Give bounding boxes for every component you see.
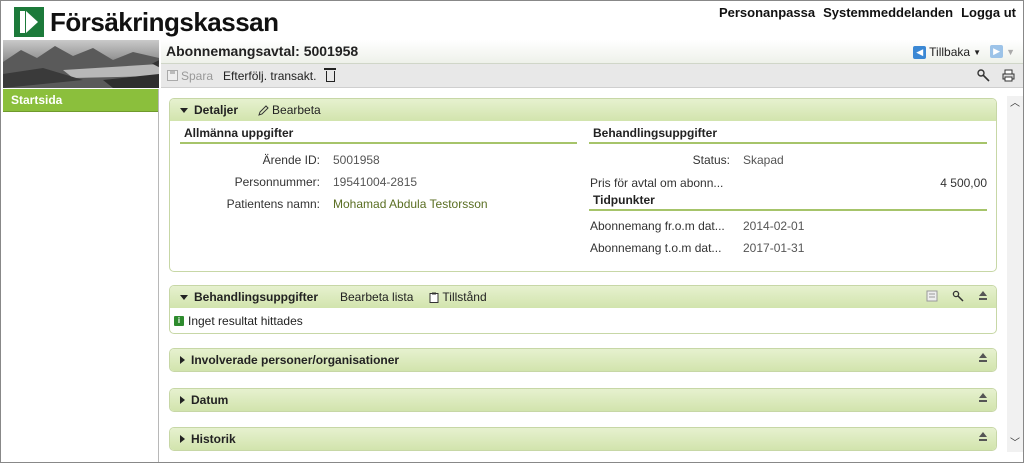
details-panel-header[interactable]: Detaljer Bearbeta	[170, 99, 996, 121]
field-label: Personnummer:	[234, 175, 320, 189]
date-panel: Datum	[169, 388, 997, 412]
system-messages-link[interactable]: Systemmeddelanden	[823, 5, 953, 20]
from-date-value: 2014-02-01	[743, 219, 805, 233]
eject-icon[interactable]	[978, 291, 988, 301]
back-dropdown-icon[interactable]: ▼	[973, 48, 981, 57]
eject-icon[interactable]	[978, 393, 988, 403]
expand-triangle-icon	[180, 396, 185, 404]
eject-icon[interactable]	[978, 353, 988, 363]
expand-triangle-icon	[180, 356, 185, 364]
collapse-sidebar-icon[interactable]: ◀	[152, 58, 159, 69]
content-area: Detaljer Bearbeta Allmänna uppgifter Äre…	[161, 88, 1006, 462]
logo-text: Försäkringskassan	[50, 6, 279, 37]
page-title: Abonnemangsavtal: 5001958	[166, 43, 359, 59]
forward-dropdown-icon[interactable]: ▼	[1006, 47, 1015, 57]
expand-triangle-icon	[180, 435, 185, 443]
date-panel-header[interactable]: Datum	[170, 389, 996, 411]
details-panel: Detaljer Bearbeta Allmänna uppgifter Äre…	[169, 98, 997, 272]
status-label: Status:	[692, 153, 730, 167]
logo-mark-icon	[14, 7, 44, 37]
back-label: Tillbaka	[929, 45, 971, 59]
sidebar: Startsida	[3, 89, 159, 462]
patient-name-link[interactable]: Mohamad Abdula Testorsson	[333, 197, 488, 211]
collapse-triangle-icon	[180, 294, 188, 300]
vertical-scrollbar[interactable]: ︿ ﹀	[1007, 96, 1023, 452]
details-panel-title: Detaljer	[194, 103, 239, 117]
save-disk-icon	[167, 70, 178, 81]
treatment-info-heading: Behandlingsuppgifter	[589, 126, 987, 144]
field-label: Patientens namn:	[226, 197, 320, 211]
from-date-label: Abonnemang fr.o.m dat...	[590, 219, 725, 233]
print-icon[interactable]	[1002, 69, 1015, 82]
delete-button[interactable]	[324, 68, 337, 82]
trash-icon	[324, 68, 337, 82]
price-value: 4 500,00	[940, 176, 987, 190]
logout-link[interactable]: Logga ut	[961, 5, 1016, 20]
timepoints-heading: Tidpunkter	[589, 193, 987, 211]
title-bar: Abonnemangsavtal: 5001958 ◀ Tillbaka ▼ ▶…	[161, 40, 1023, 64]
field-value: 19541004-2815	[333, 175, 418, 189]
history-panel-title: Historik	[191, 432, 236, 446]
back-button[interactable]: ◀ Tillbaka ▼	[913, 45, 981, 59]
price-label: Pris för avtal om abonn...	[590, 176, 724, 190]
tools-icon[interactable]	[952, 290, 964, 302]
top-links: Personanpassa Systemmeddelanden Logga ut	[719, 5, 1016, 20]
general-info-heading: Allmänna uppgifter	[180, 126, 577, 144]
field-label: Ärende ID:	[262, 153, 320, 167]
followup-transaction-button[interactable]: Efterfölj. transakt.	[223, 69, 316, 83]
permit-label: Tillstånd	[442, 290, 487, 304]
treatment-list-panel-header[interactable]: Behandlingsuppgifter Bearbeta lista Till…	[170, 286, 996, 308]
eject-icon[interactable]	[978, 432, 988, 442]
scroll-down-icon[interactable]: ﹀	[1007, 436, 1023, 452]
history-panel: Historik	[169, 427, 997, 451]
collapse-triangle-icon	[180, 107, 188, 113]
sidebar-item-startsida[interactable]: Startsida	[3, 89, 158, 112]
empty-result-message: Inget resultat hittades	[188, 314, 303, 328]
involved-parties-panel-header[interactable]: Involverade personer/organisationer	[170, 349, 996, 371]
pencil-icon	[258, 104, 269, 116]
edit-details-button[interactable]: Bearbeta	[258, 103, 321, 117]
forward-arrow-icon: ▶	[990, 45, 1004, 58]
to-date-label: Abonnemang t.o.m dat...	[590, 241, 722, 255]
treatment-list-panel-title: Behandlingsuppgifter	[194, 290, 318, 304]
clipboard-icon	[429, 292, 439, 303]
tools-icon[interactable]	[977, 69, 990, 82]
calculator-icon[interactable]	[926, 290, 938, 302]
header-landscape-image	[3, 40, 159, 88]
to-date-value: 2017-01-31	[743, 241, 805, 255]
history-panel-header[interactable]: Historik	[170, 428, 996, 450]
empty-result-row: i Inget resultat hittades	[170, 308, 996, 334]
logo[interactable]: Försäkringskassan	[14, 7, 279, 37]
status-value: Skapad	[743, 153, 784, 167]
forward-button[interactable]: ▶ ▼	[990, 45, 1015, 58]
info-icon: i	[174, 316, 184, 326]
toolbar: Spara Efterfölj. transakt.	[161, 64, 1023, 88]
treatment-list-panel: Behandlingsuppgifter Bearbeta lista Till…	[169, 285, 997, 334]
date-panel-title: Datum	[191, 393, 229, 407]
involved-parties-panel-title: Involverade personer/organisationer	[191, 353, 400, 367]
back-arrow-icon: ◀	[913, 45, 927, 59]
permit-button[interactable]: Tillstånd	[429, 290, 487, 304]
scroll-up-icon[interactable]: ︿	[1007, 96, 1023, 112]
personalize-link[interactable]: Personanpassa	[719, 5, 815, 20]
edit-list-button[interactable]: Bearbeta lista	[340, 290, 413, 304]
followup-label: Efterfölj. transakt.	[223, 68, 317, 83]
involved-parties-panel: Involverade personer/organisationer	[169, 348, 997, 372]
edit-details-label: Bearbeta	[272, 103, 321, 117]
field-value: 5001958	[333, 153, 380, 167]
save-label: Spara	[181, 68, 214, 83]
save-button[interactable]: Spara	[167, 69, 213, 83]
